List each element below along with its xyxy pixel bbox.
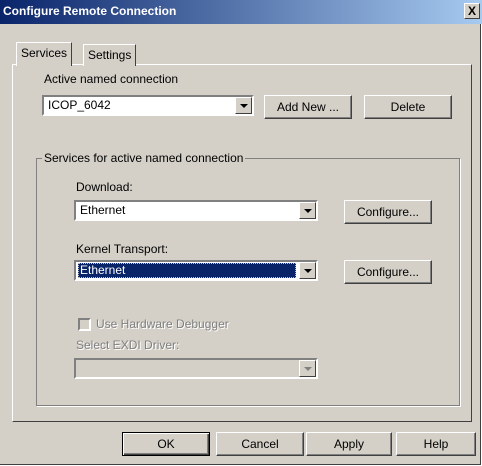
- delete-button[interactable]: Delete: [364, 95, 452, 119]
- chevron-down-icon[interactable]: [299, 360, 316, 377]
- download-select[interactable]: Ethernet: [74, 200, 318, 221]
- apply-button[interactable]: Apply: [306, 432, 392, 456]
- cancel-button[interactable]: Cancel: [216, 432, 304, 456]
- kernel-transport-label: Kernel Transport:: [76, 242, 169, 256]
- download-value: Ethernet: [80, 203, 126, 217]
- close-icon[interactable]: X: [464, 3, 480, 19]
- exdi-driver-label: Select EXDI Driver:: [76, 338, 180, 352]
- window-title: Configure Remote Connection: [3, 4, 177, 18]
- active-connection-value: ICOP_6042: [48, 98, 111, 112]
- ok-button[interactable]: OK: [122, 432, 210, 456]
- exdi-driver-value: [78, 361, 296, 376]
- tab-settings[interactable]: Settings: [83, 44, 137, 66]
- title-bar: Configure Remote Connection X: [0, 0, 482, 24]
- kernel-transport-value: Ethernet: [78, 263, 296, 278]
- tab-services[interactable]: Services: [16, 42, 73, 66]
- download-configure-button[interactable]: Configure...: [344, 200, 432, 224]
- download-label: Download:: [76, 180, 133, 194]
- active-connection-select[interactable]: ICOP_6042: [42, 95, 254, 116]
- hardware-debugger-checkbox[interactable]: [78, 318, 91, 331]
- help-button[interactable]: Help: [396, 432, 476, 456]
- exdi-driver-select[interactable]: [74, 358, 318, 379]
- chevron-down-icon[interactable]: [299, 262, 316, 279]
- kernel-transport-configure-button[interactable]: Configure...: [344, 260, 432, 284]
- active-connection-label: Active named connection: [44, 72, 179, 86]
- configure-remote-connection-dialog: Configure Remote Connection X Services S…: [0, 0, 482, 465]
- services-group-title: Services for active named connection: [42, 151, 246, 165]
- chevron-down-icon[interactable]: [235, 97, 252, 114]
- kernel-transport-select[interactable]: Ethernet: [74, 260, 318, 281]
- chevron-down-icon[interactable]: [299, 202, 316, 219]
- hardware-debugger-label: Use Hardware Debugger: [96, 317, 229, 331]
- add-new-button[interactable]: Add New ...: [264, 95, 352, 119]
